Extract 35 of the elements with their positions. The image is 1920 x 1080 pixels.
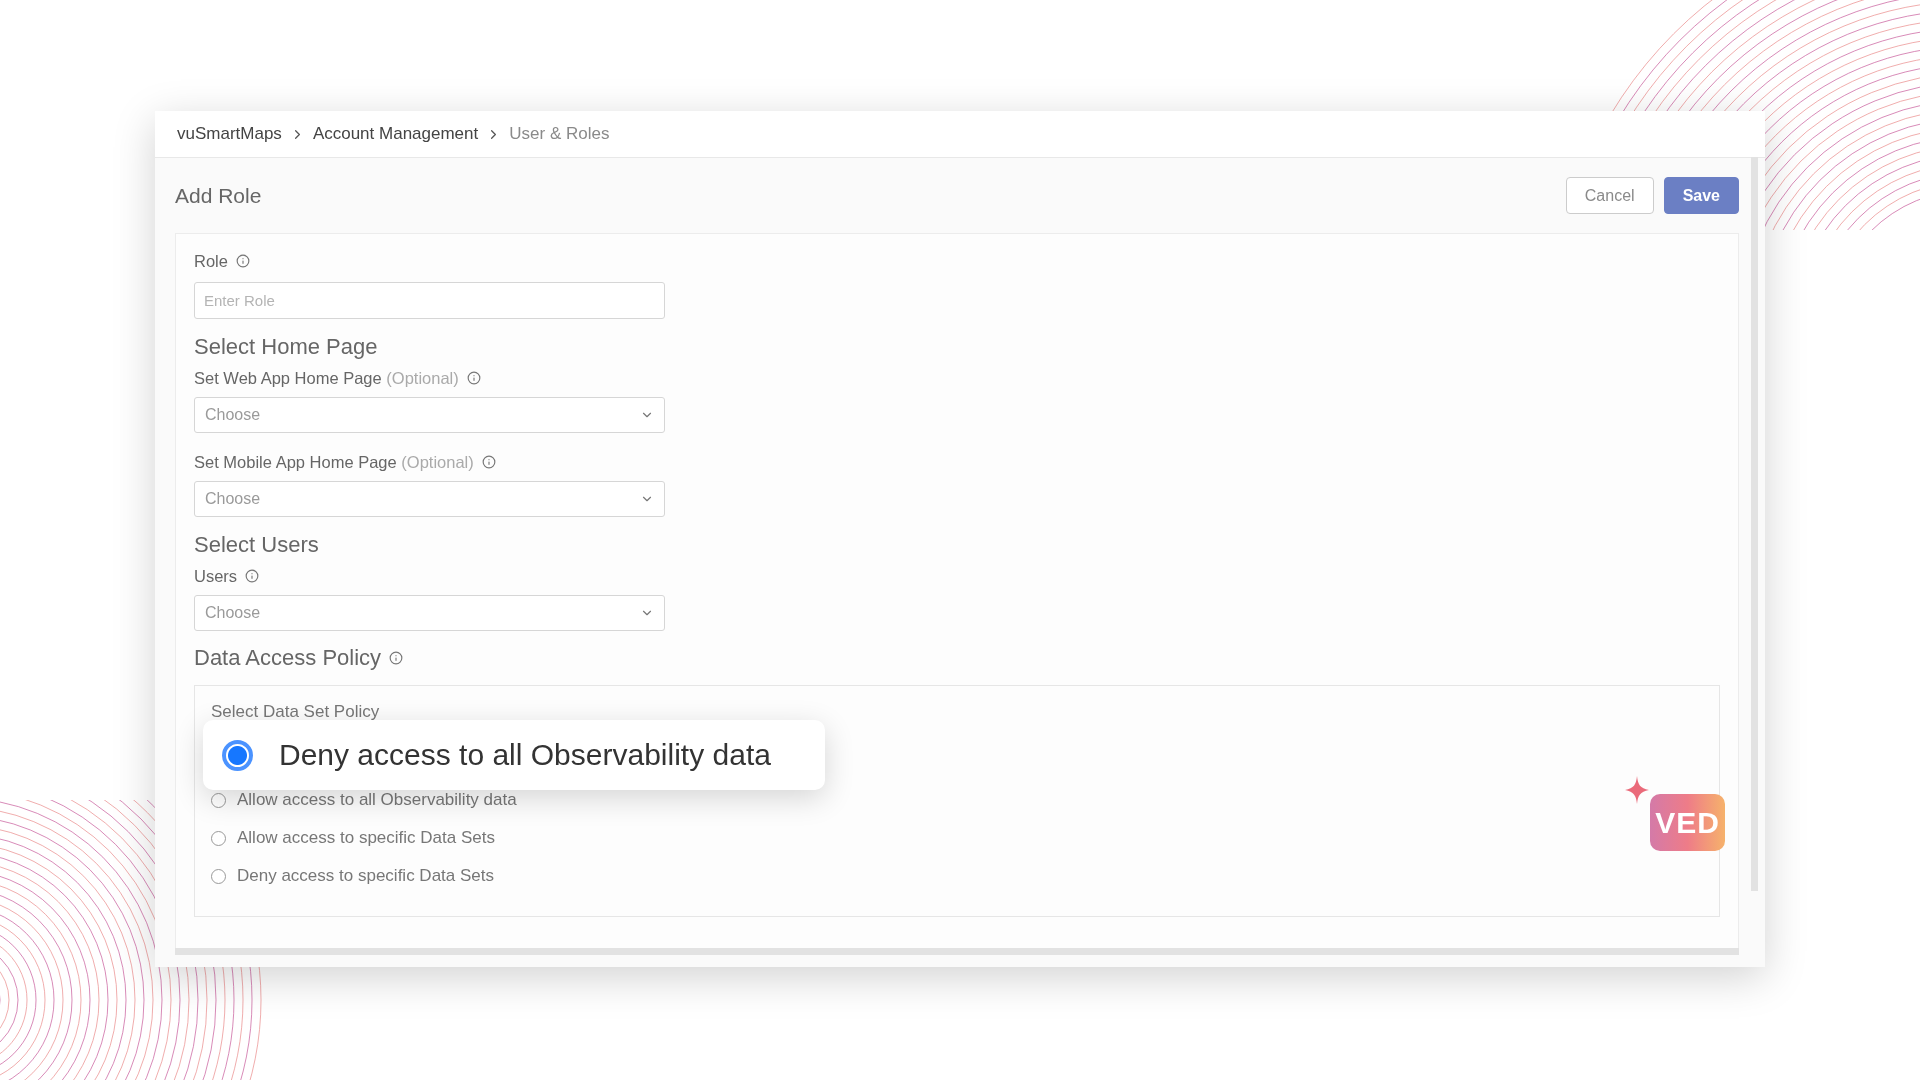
role-input-field[interactable]: Enter Role [194,282,665,319]
option-label: Allow access to all Observability data [237,790,517,810]
info-icon[interactable] [466,371,481,385]
section-heading: Select Home Page [194,335,379,359]
dropdown-field[interactable]: Choose [194,481,665,517]
radio-button[interactable] [211,792,226,808]
option-label: Deny access to specific Data Sets [237,866,494,886]
info-icon[interactable] [235,254,250,268]
option-label: Deny access to all Observability data [279,738,771,772]
breadcrumb-link[interactable]: User & Roles [509,124,610,144]
radio-button[interactable] [222,739,253,771]
breadcrumb-link[interactable]: vuSmartMaps [177,124,282,144]
logo-badge[interactable]: VED [1650,794,1725,851]
sparkle-icon [1625,776,1649,804]
field-label: Set Mobile App Home Page (Optional) [194,452,474,472]
dropdown-field[interactable]: Choose [194,595,665,631]
page-title: Add Role [175,183,262,208]
field-label: Set Web App Home Page (Optional) [194,368,459,388]
save-button[interactable]: Save [1663,177,1739,214]
radio-button[interactable] [211,830,226,846]
option-label: Allow access to specific Data Sets [237,828,495,848]
scrollbar[interactable] [1751,157,1758,891]
breadcrumb-link[interactable]: Account Management [312,124,479,144]
field-label: Role [194,251,228,271]
scrollbar[interactable] [175,948,1739,955]
cancel-button[interactable]: Cancel [1565,177,1654,214]
radio-button[interactable] [211,868,226,884]
dropdown-field[interactable]: Choose [194,397,665,433]
info-icon[interactable] [481,455,496,469]
section-heading: Data Access Policy [194,646,382,670]
subheading: Select Data Set Policy [211,702,381,722]
section-heading: Select Users [194,533,320,557]
field-label: Users [194,566,238,586]
info-icon[interactable] [245,569,260,583]
info-icon[interactable] [389,651,404,665]
